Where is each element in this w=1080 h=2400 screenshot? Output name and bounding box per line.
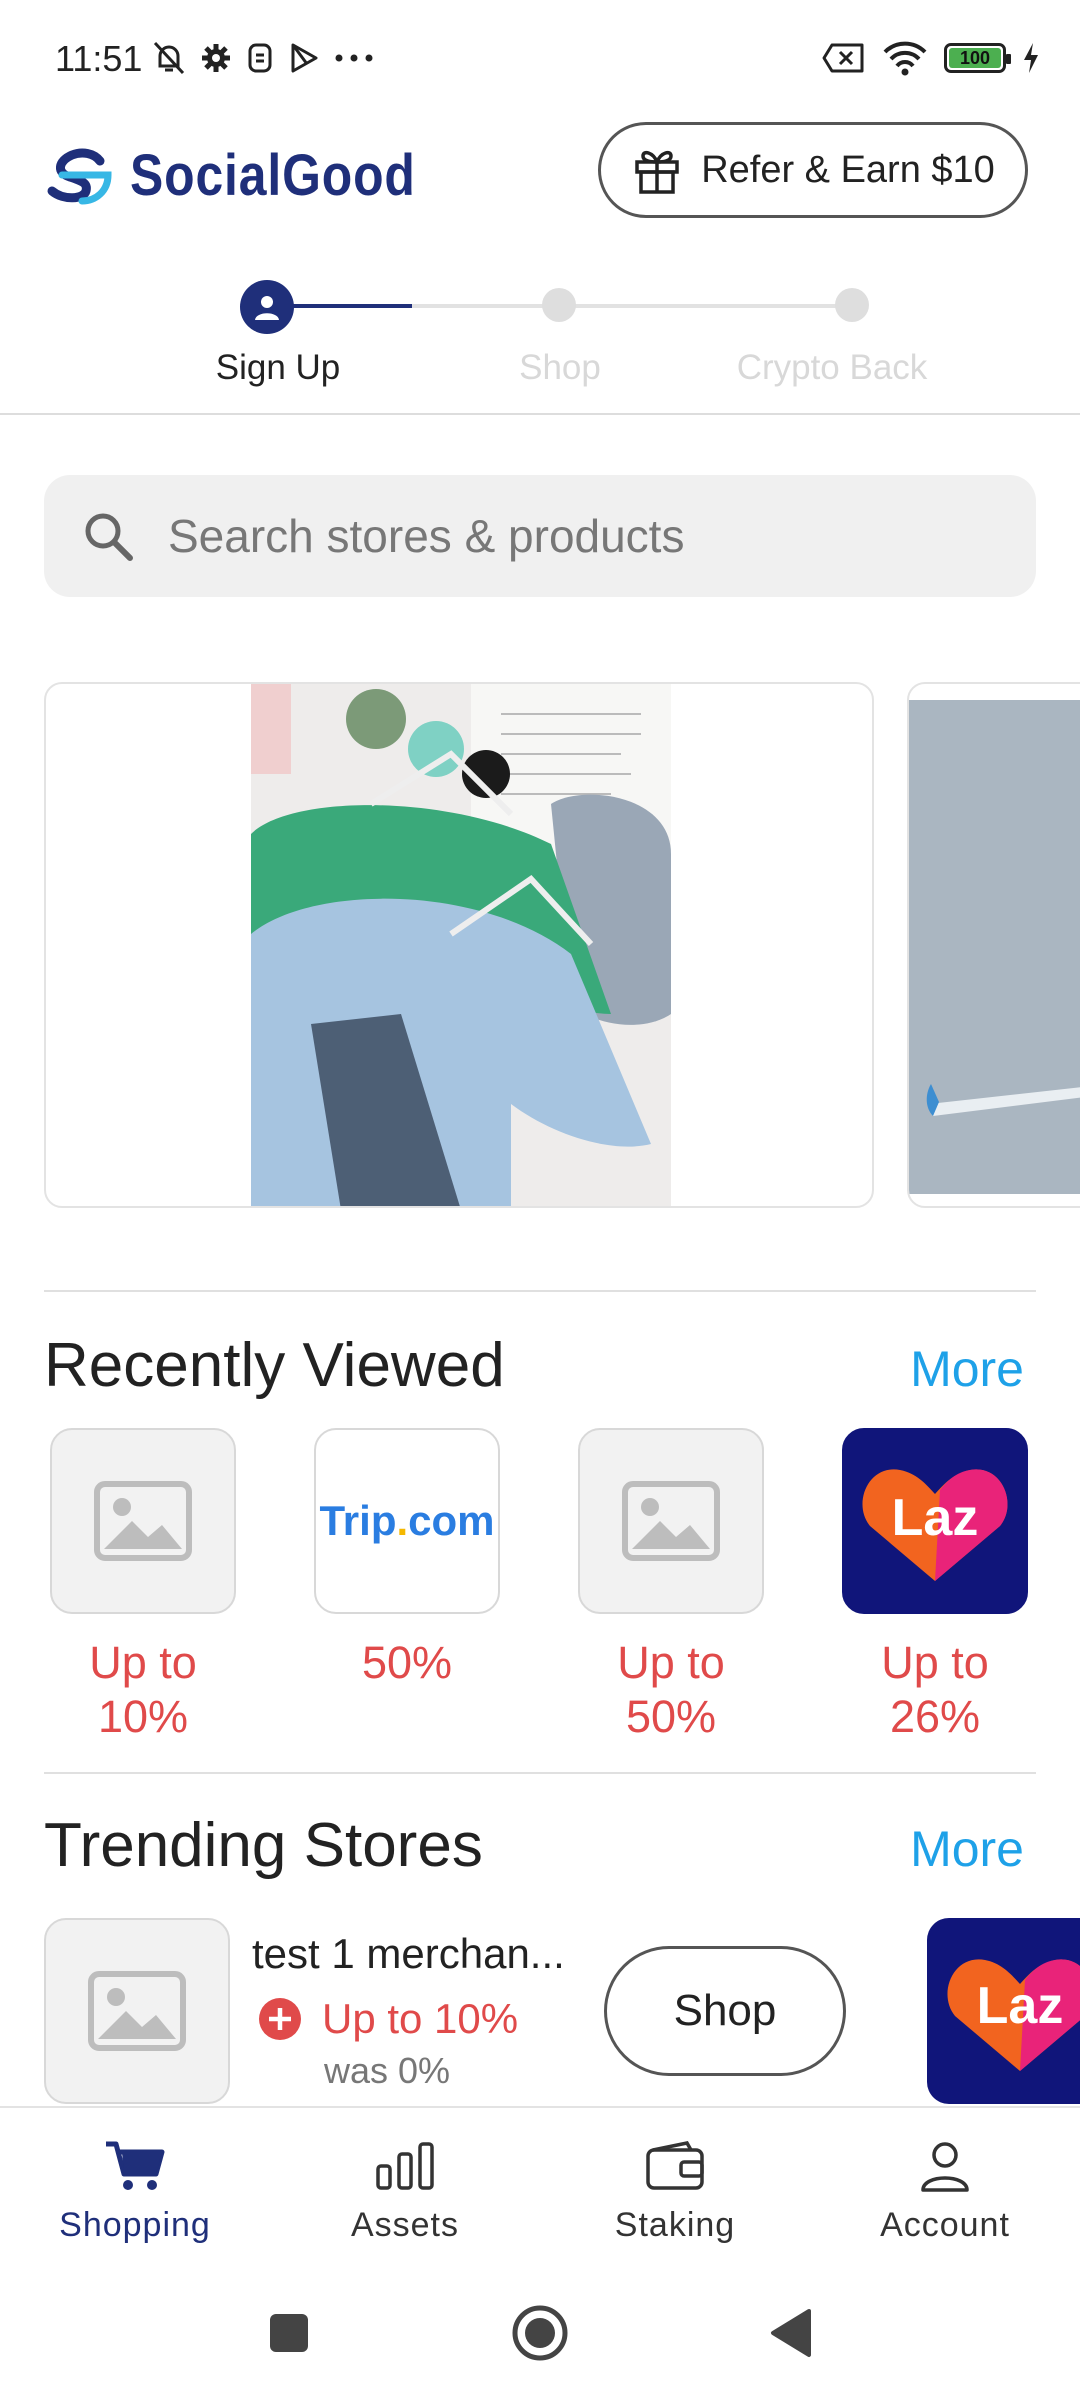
trending-store-name[interactable]: test 1 merchan... xyxy=(252,1930,565,1978)
wallet-icon xyxy=(646,2141,704,2190)
nav-item-account[interactable]: Account xyxy=(810,2108,1080,2266)
search-icon xyxy=(85,513,133,561)
sim-icon xyxy=(248,43,272,73)
trending-stores-more-link[interactable]: More xyxy=(910,1820,1024,1878)
section-divider xyxy=(44,1290,1036,1292)
recent-store-card[interactable] xyxy=(50,1428,236,1614)
promo-banner-travel[interactable] xyxy=(907,682,1080,1208)
battery-icon: 100 xyxy=(944,43,1011,73)
back-triangle-icon[interactable] xyxy=(769,2308,813,2358)
recent-store-rate: Up to 50% xyxy=(617,1637,725,1742)
step-dot-shop xyxy=(542,288,576,322)
cart-icon xyxy=(106,2141,165,2190)
brand-logo[interactable]: SocialGood xyxy=(42,142,462,209)
search-input[interactable]: Search stores & products xyxy=(44,475,1036,597)
recent-store-card-tripcom[interactable]: Trip.com xyxy=(314,1428,500,1614)
user-icon xyxy=(255,296,279,320)
step-label-crypto-back: Crypto Back xyxy=(736,348,928,387)
shop-button[interactable]: Shop xyxy=(604,1946,846,2076)
nav-label-shopping: Shopping xyxy=(59,2206,211,2244)
trending-store-was-rate: was 0% xyxy=(324,2050,451,2091)
recently-viewed-title: Recently Viewed xyxy=(44,1331,505,1400)
nav-item-staking[interactable]: Staking xyxy=(540,2108,810,2266)
socialgood-logo-icon xyxy=(47,148,112,204)
trending-store-rate-row: Up to 10% xyxy=(258,1995,518,2043)
more-dots-icon xyxy=(335,54,373,62)
screen-off-icon xyxy=(822,43,864,73)
wifi-icon xyxy=(883,41,927,76)
nav-item-assets[interactable]: Assets xyxy=(270,2108,540,2266)
step-dot-sign-up xyxy=(240,280,294,334)
nav-item-shopping[interactable]: Shopping xyxy=(0,2108,270,2266)
status-time: 11:51 xyxy=(55,38,143,79)
gear-icon xyxy=(202,44,230,72)
trending-store-rate: Up to 10% xyxy=(322,1995,519,2042)
step-label-sign-up: Sign Up xyxy=(215,348,341,387)
bar-chart-icon xyxy=(376,2142,434,2190)
clothing-photo xyxy=(251,684,671,1206)
battery-level: 100 xyxy=(949,48,1001,68)
play-store-icon xyxy=(291,43,318,73)
image-placeholder-icon xyxy=(94,1481,192,1561)
tripcom-logo: Trip.com xyxy=(319,1497,495,1544)
step-dot-crypto-back xyxy=(835,288,869,322)
recent-store-rate: Up to 26% xyxy=(881,1637,989,1742)
recent-store-card-lazada[interactable]: Laz xyxy=(842,1428,1028,1614)
step-track-line xyxy=(412,304,852,308)
trending-store-thumbnail[interactable] xyxy=(44,1918,230,2104)
person-icon xyxy=(921,2142,969,2192)
bell-off-icon xyxy=(153,41,185,75)
status-bar: 11:51 100 xyxy=(0,0,1080,120)
recents-square-icon[interactable] xyxy=(267,2311,311,2355)
home-circle-icon[interactable] xyxy=(511,2304,569,2362)
nav-label-account: Account xyxy=(880,2206,1010,2244)
recently-viewed-more-link[interactable]: More xyxy=(910,1340,1024,1398)
onboarding-stepper: Sign Up Shop Crypto Back xyxy=(0,270,1080,415)
bottom-navigation: Shopping Assets Staking Account xyxy=(0,2106,1080,2266)
step-label-shop: Shop xyxy=(519,348,601,387)
app-header: SocialGood Refer & Earn $10 xyxy=(0,120,1080,260)
lazada-logo-text: Laz xyxy=(976,1977,1064,2035)
nav-label-assets: Assets xyxy=(350,2206,460,2244)
brand-name: SocialGood xyxy=(130,143,416,208)
refer-earn-button[interactable]: Refer & Earn $10 xyxy=(598,122,1028,218)
trending-store-thumbnail-lazada[interactable]: Laz xyxy=(927,1918,1080,2104)
refer-earn-label: Refer & Earn $10 xyxy=(701,148,995,191)
image-placeholder-icon xyxy=(88,1971,186,2051)
system-navigation-bar xyxy=(0,2266,1080,2400)
recent-store-rate: 50% xyxy=(361,1637,453,1688)
image-placeholder-icon xyxy=(622,1481,720,1561)
airplane-photo xyxy=(909,700,1080,1194)
lazada-logo-text: Laz xyxy=(891,1489,979,1547)
gift-icon xyxy=(635,150,679,194)
section-divider xyxy=(44,1772,1036,1774)
nav-label-staking: Staking xyxy=(614,2206,736,2244)
trending-stores-title: Trending Stores xyxy=(44,1811,483,1880)
charging-bolt-icon xyxy=(1024,43,1038,73)
search-placeholder: Search stores & products xyxy=(168,510,685,562)
recent-store-rate: Up to 10% xyxy=(89,1637,197,1742)
plus-circle-icon xyxy=(259,1998,301,2040)
recent-store-card[interactable] xyxy=(578,1428,764,1614)
promo-banner-clothing[interactable] xyxy=(44,682,874,1208)
